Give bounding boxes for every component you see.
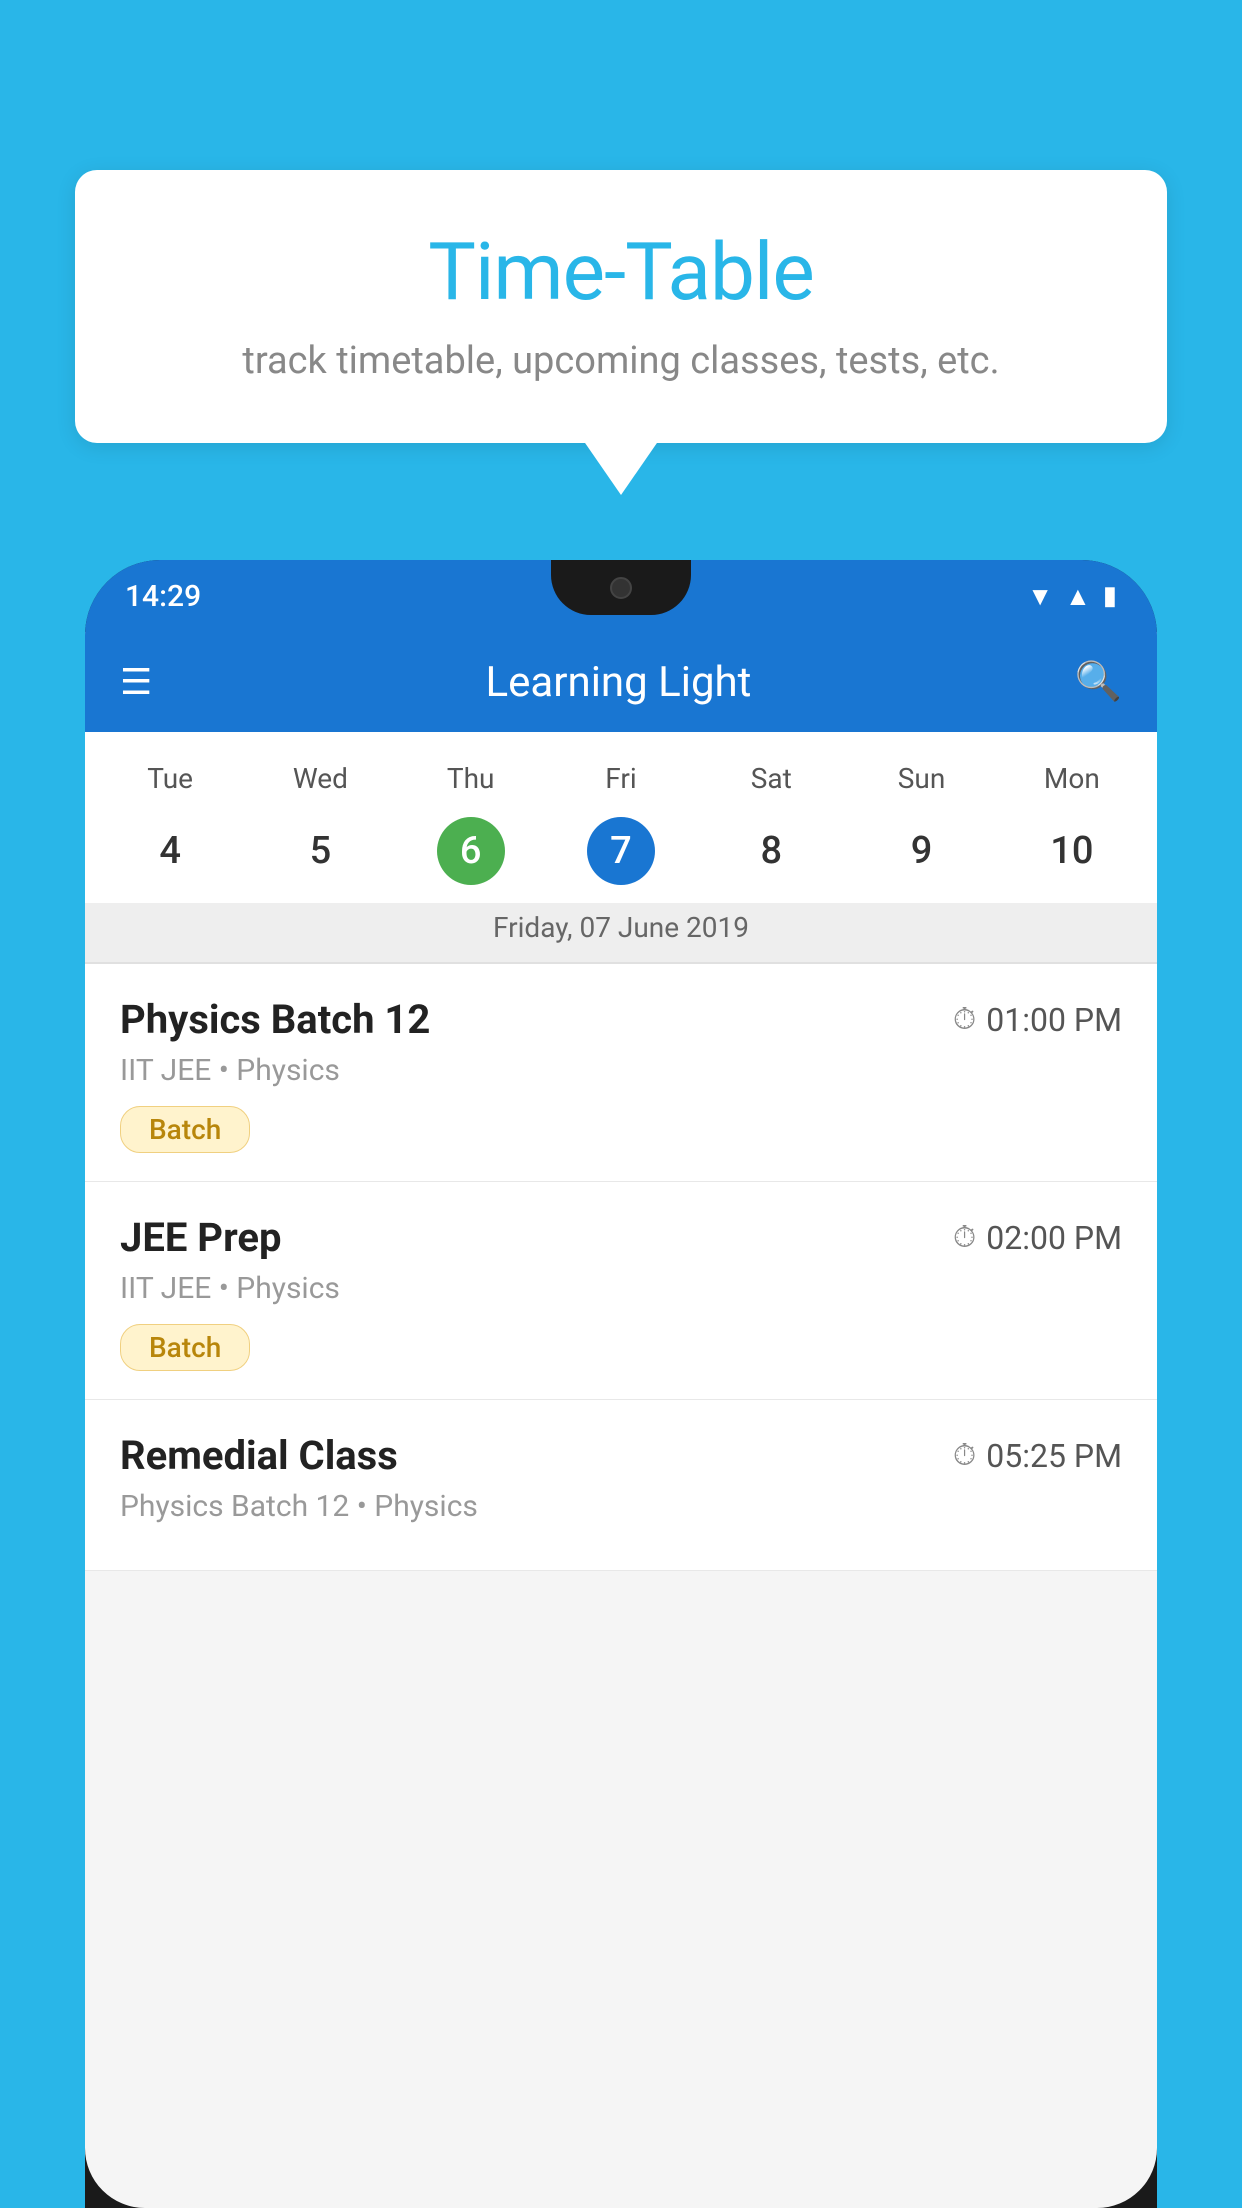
day-header-thu: Thu bbox=[396, 752, 546, 805]
day-header-sun: Sun bbox=[846, 752, 996, 805]
schedule-time-2: ⏱ 02:00 PM bbox=[953, 1219, 1122, 1257]
clock-icon-3: ⏱ bbox=[953, 1438, 976, 1473]
selected-date-label: Friday, 07 June 2019 bbox=[85, 903, 1157, 962]
day-header-tue: Tue bbox=[95, 752, 245, 805]
day-header-mon: Mon bbox=[997, 752, 1147, 805]
phone-notch bbox=[551, 560, 691, 615]
schedule-item-3[interactable]: Remedial Class ⏱ 05:25 PM Physics Batch … bbox=[85, 1400, 1157, 1571]
signal-icon: ▲ bbox=[1065, 581, 1091, 612]
schedule-subtitle-3: Physics Batch 12 • Physics bbox=[120, 1489, 1122, 1524]
schedule-item-2-header: JEE Prep ⏱ 02:00 PM bbox=[120, 1214, 1122, 1261]
schedule-item-2[interactable]: JEE Prep ⏱ 02:00 PM IIT JEE • Physics Ba… bbox=[85, 1182, 1157, 1400]
app-bar: ☰ Learning Light 🔍 bbox=[85, 632, 1157, 732]
hamburger-icon[interactable]: ☰ bbox=[120, 661, 152, 703]
day-numbers: 4 5 6 7 8 9 10 bbox=[85, 805, 1157, 903]
status-icons: ▼ ▲ ▮ bbox=[1027, 581, 1117, 612]
batch-badge-1: Batch bbox=[120, 1106, 250, 1153]
bubble-title: Time-Table bbox=[135, 225, 1107, 319]
day-10[interactable]: 10 bbox=[997, 805, 1147, 903]
schedule-time-value-1: 01:00 PM bbox=[986, 1001, 1122, 1039]
bubble-subtitle: track timetable, upcoming classes, tests… bbox=[135, 339, 1107, 383]
schedule-list: Physics Batch 12 ⏱ 01:00 PM IIT JEE • Ph… bbox=[85, 964, 1157, 1571]
calendar-strip: Tue Wed Thu Fri Sat Sun Mon 4 5 6 7 8 9 … bbox=[85, 732, 1157, 962]
day-4[interactable]: 4 bbox=[95, 805, 245, 903]
schedule-time-value-3: 05:25 PM bbox=[986, 1437, 1122, 1475]
day-6-today[interactable]: 6 bbox=[396, 805, 546, 903]
schedule-item-1[interactable]: Physics Batch 12 ⏱ 01:00 PM IIT JEE • Ph… bbox=[85, 964, 1157, 1182]
schedule-time-3: ⏱ 05:25 PM bbox=[953, 1437, 1122, 1475]
day-headers: Tue Wed Thu Fri Sat Sun Mon bbox=[85, 752, 1157, 805]
batch-badge-2: Batch bbox=[120, 1324, 250, 1371]
clock-icon-1: ⏱ bbox=[953, 1002, 976, 1037]
phone-screen: ☰ Learning Light 🔍 Tue Wed Thu Fri Sat S… bbox=[85, 632, 1157, 2208]
schedule-item-1-header: Physics Batch 12 ⏱ 01:00 PM bbox=[120, 996, 1122, 1043]
schedule-subtitle-1: IIT JEE • Physics bbox=[120, 1053, 1122, 1088]
battery-icon: ▮ bbox=[1103, 581, 1117, 611]
schedule-time-1: ⏱ 01:00 PM bbox=[953, 1001, 1122, 1039]
schedule-subtitle-2: IIT JEE • Physics bbox=[120, 1271, 1122, 1306]
day-header-wed: Wed bbox=[245, 752, 395, 805]
wifi-icon: ▼ bbox=[1027, 581, 1053, 612]
front-camera bbox=[610, 577, 632, 599]
speech-bubble: Time-Table track timetable, upcoming cla… bbox=[75, 170, 1167, 443]
phone-frame: 14:29 ▼ ▲ ▮ ☰ Learning Light 🔍 Tue Wed T… bbox=[85, 560, 1157, 2208]
search-icon[interactable]: 🔍 bbox=[1075, 660, 1122, 704]
schedule-item-3-header: Remedial Class ⏱ 05:25 PM bbox=[120, 1432, 1122, 1479]
schedule-title-1: Physics Batch 12 bbox=[120, 996, 430, 1043]
status-time: 14:29 bbox=[125, 579, 201, 614]
clock-icon-2: ⏱ bbox=[953, 1220, 976, 1255]
schedule-title-3: Remedial Class bbox=[120, 1432, 398, 1479]
day-8[interactable]: 8 bbox=[696, 805, 846, 903]
day-7-selected[interactable]: 7 bbox=[546, 805, 696, 903]
day-header-sat: Sat bbox=[696, 752, 846, 805]
schedule-time-value-2: 02:00 PM bbox=[986, 1219, 1122, 1257]
phone-container: 14:29 ▼ ▲ ▮ ☰ Learning Light 🔍 Tue Wed T… bbox=[85, 560, 1157, 2208]
day-5[interactable]: 5 bbox=[245, 805, 395, 903]
day-header-fri: Fri bbox=[546, 752, 696, 805]
day-9[interactable]: 9 bbox=[846, 805, 996, 903]
schedule-title-2: JEE Prep bbox=[120, 1214, 281, 1261]
app-title: Learning Light bbox=[192, 658, 1044, 707]
speech-bubble-container: Time-Table track timetable, upcoming cla… bbox=[75, 170, 1167, 443]
